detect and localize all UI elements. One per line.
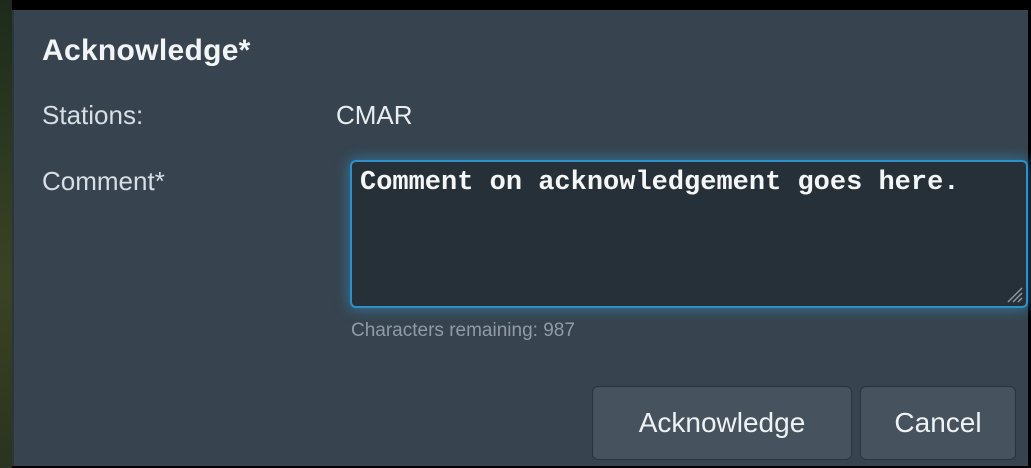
resize-handle-icon[interactable]: [1005, 285, 1023, 303]
screen-frame: Acknowledge* Stations: CMAR Comment* Com…: [0, 0, 1031, 468]
stations-value: CMAR: [336, 100, 413, 130]
comment-label: Comment*: [42, 166, 165, 196]
acknowledge-button[interactable]: Acknowledge: [592, 386, 852, 460]
acknowledge-dialog: Acknowledge* Stations: CMAR Comment* Com…: [12, 10, 1028, 466]
comment-textarea[interactable]: Comment on acknowledgement goes here.: [352, 162, 1026, 306]
comment-field-container: Comment on acknowledgement goes here.: [350, 160, 1028, 308]
characters-remaining-text: Characters remaining: 987: [351, 320, 575, 341]
stations-label: Stations:: [42, 100, 144, 130]
cancel-button[interactable]: Cancel: [860, 386, 1016, 460]
background-window-edge: [0, 0, 12, 468]
dialog-title: Acknowledge*: [42, 34, 251, 67]
